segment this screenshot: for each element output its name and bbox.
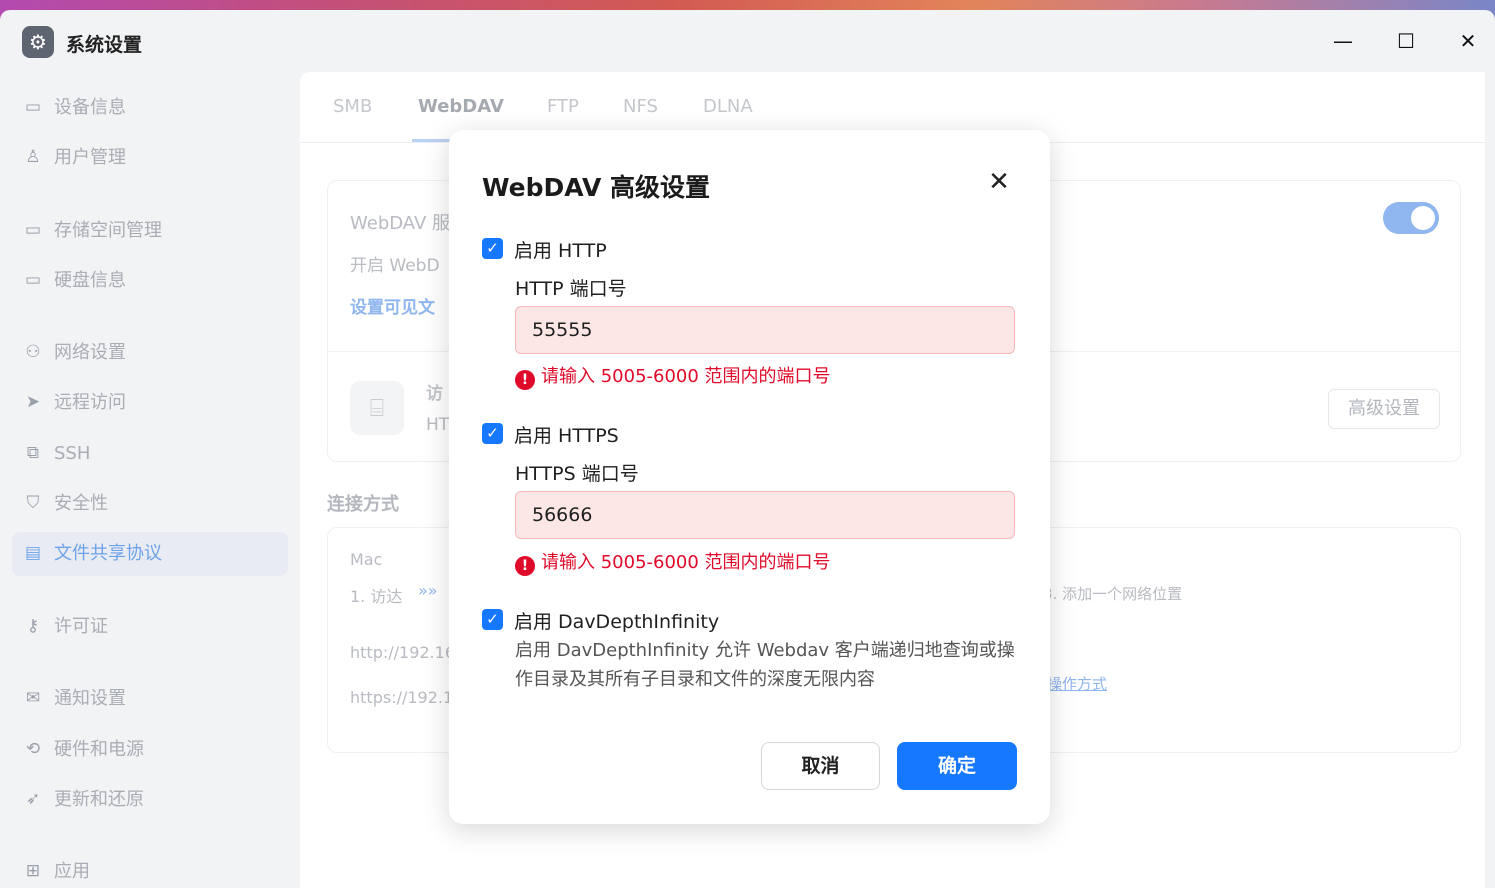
- enable-depth-infinity-label: 启用 DavDepthInfinity: [514, 611, 720, 633]
- enable-https-checkbox[interactable]: ✓: [482, 423, 503, 444]
- webdav-advanced-dialog: WebDAV 高级设置 ✕ ✓ 启用 HTTP HTTP 端口号 ! 请输入 50…: [449, 130, 1050, 824]
- https-port-label: HTTPS 端口号: [515, 463, 639, 485]
- http-port-label: HTTP 端口号: [515, 278, 627, 300]
- enable-http-label: 启用 HTTP: [514, 240, 607, 262]
- close-icon[interactable]: ✕: [983, 166, 1015, 198]
- cancel-button[interactable]: 取消: [761, 742, 880, 790]
- http-port-error-text: 请输入 5005-6000 范围内的端口号: [541, 366, 831, 387]
- http-port-error: ! 请输入 5005-6000 范围内的端口号: [515, 362, 831, 390]
- error-icon: !: [515, 556, 535, 576]
- enable-http-checkbox[interactable]: ✓: [482, 238, 503, 259]
- https-port-error-text: 请输入 5005-6000 范围内的端口号: [541, 552, 831, 573]
- enable-depth-infinity-checkbox[interactable]: ✓: [482, 609, 503, 630]
- enable-https-label: 启用 HTTPS: [514, 425, 619, 447]
- depth-infinity-description: 启用 DavDepthInfinity 允许 Webdav 客户端递归地查询或操…: [515, 640, 1015, 690]
- http-port-input[interactable]: [515, 306, 1015, 354]
- dialog-title: WebDAV 高级设置: [482, 173, 710, 202]
- error-icon: !: [515, 370, 535, 390]
- https-port-input[interactable]: [515, 491, 1015, 539]
- https-port-error: ! 请输入 5005-6000 范围内的端口号: [515, 548, 831, 576]
- confirm-button[interactable]: 确定: [897, 742, 1017, 790]
